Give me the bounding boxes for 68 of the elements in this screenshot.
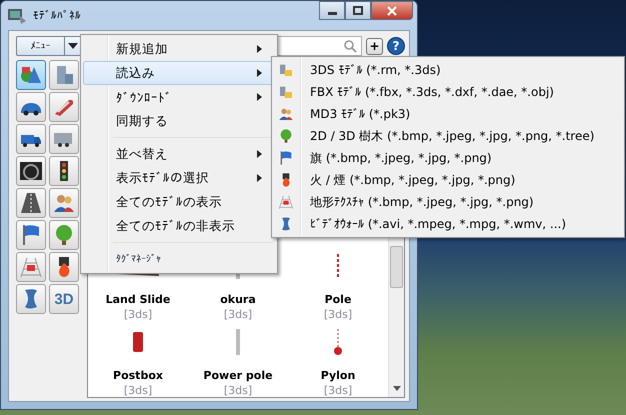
model-format: [3ds]	[224, 308, 252, 321]
add-button[interactable]: +	[366, 38, 383, 54]
people-icon	[278, 106, 294, 122]
app-icon	[7, 6, 27, 24]
model-name: Land Slide	[106, 293, 170, 306]
menu-item[interactable]: 地形ﾃｸｽﾁｬ (*.bmp, *.jpeg, *.jpg, *.png)	[274, 191, 622, 213]
pole-thumbnail	[236, 329, 240, 355]
toolbar-button[interactable]	[16, 92, 46, 122]
toolbar-button[interactable]	[49, 252, 79, 282]
maximize-icon	[353, 6, 363, 16]
model-name: okura	[220, 293, 256, 306]
model-format: [3ds]	[224, 384, 252, 397]
toolbar-button[interactable]	[16, 188, 46, 218]
minimize-button[interactable]	[319, 1, 345, 20]
toolbar-button[interactable]	[49, 124, 79, 154]
submenu-arrow-icon	[257, 69, 262, 77]
submenu-arrow-icon	[257, 150, 262, 158]
model-format: [3ds]	[124, 384, 152, 397]
menu-item[interactable]: 表示ﾓﾃﾞﾙの選択	[83, 166, 275, 190]
model-name: Pole	[324, 293, 352, 306]
model-format: [3ds]	[324, 308, 352, 321]
help-button[interactable]: ?	[387, 37, 405, 55]
menu-item[interactable]: 全てのﾓﾃﾞﾙの非表示	[83, 214, 275, 238]
window-title: ﾓﾃﾞﾙﾊﾟﾈﾙ	[33, 9, 81, 22]
menu-item[interactable]: 火 / 煙 (*.bmp, *.jpeg, *.jpg, *.png)	[274, 169, 622, 191]
menu-item[interactable]: 同期する	[83, 109, 275, 133]
model-name: Pylon	[320, 369, 356, 382]
caret-icon	[68, 43, 78, 49]
model-file-icon	[278, 84, 294, 100]
grid-icon	[278, 194, 294, 210]
menu-item[interactable]: ﾋﾞﾃﾞｵｳｫｰﾙ (*.avi, *.mpeg, *.mpg, *.wmv, ...)	[274, 213, 622, 235]
close-button[interactable]	[371, 1, 413, 20]
close-icon	[386, 6, 398, 16]
tree-icon	[278, 128, 294, 144]
model-format: [3ds]	[124, 308, 152, 321]
menu-item[interactable]: ﾀﾞｳﾝﾛｰﾄﾞ	[83, 85, 275, 109]
road-icon	[19, 191, 43, 215]
search-icon	[343, 39, 357, 53]
menu-item[interactable]: MD3 ﾓﾃﾞﾙ (*.pk3)	[274, 103, 622, 125]
menu-item[interactable]: 並べ替え	[83, 142, 275, 166]
toolbar-button[interactable]: 3D	[49, 284, 79, 314]
menu-item[interactable]: ﾀｸﾞﾏﾈｰｼﾞｬ	[83, 247, 275, 271]
submenu-arrow-icon	[257, 45, 262, 53]
menu-item[interactable]: 3DS ﾓﾃﾞﾙ (*.rm, *.3ds)	[274, 59, 622, 81]
flag-icon	[278, 150, 294, 166]
scrollbar-thumb[interactable]	[390, 246, 403, 288]
toolbar-button[interactable]	[16, 156, 46, 186]
toolbar-button[interactable]	[16, 124, 46, 154]
submenu-arrow-icon	[257, 93, 262, 101]
minimize-icon	[328, 12, 336, 15]
steering-wheel-icon	[19, 159, 43, 183]
menu-item[interactable]: FBX ﾓﾃﾞﾙ (*.fbx, *.3ds, *.dxf, *.dae, *.obj)	[274, 81, 622, 103]
pylon-thumbnail	[334, 329, 342, 355]
model-file-icon	[278, 62, 294, 78]
menu-item[interactable]: 新規追加	[83, 37, 275, 61]
scroll-down-icon	[392, 386, 400, 391]
menu-item[interactable]: 全てのﾓﾃﾞﾙの表示	[83, 190, 275, 214]
submenu-arrow-icon	[257, 174, 262, 182]
postbox-thumbnail	[133, 332, 143, 352]
menu-item[interactable]: 2D / 3D 樹木 (*.bmp, *.jpeg, *.jpg, *.png, *.tree)	[274, 125, 622, 147]
model-name: Power pole	[203, 369, 273, 382]
model-format: [3ds]	[324, 384, 352, 397]
menu-dropdown[interactable]: ﾒﾆｭｰ	[16, 36, 82, 56]
grid-icon	[19, 255, 43, 279]
maximize-button[interactable]	[345, 1, 371, 20]
menu-item[interactable]: 旗 (*.bmp, *.jpeg, *.jpg, *.png)	[274, 147, 622, 169]
toolbar-button[interactable]	[49, 156, 79, 186]
model-name: Postbox	[113, 369, 163, 382]
